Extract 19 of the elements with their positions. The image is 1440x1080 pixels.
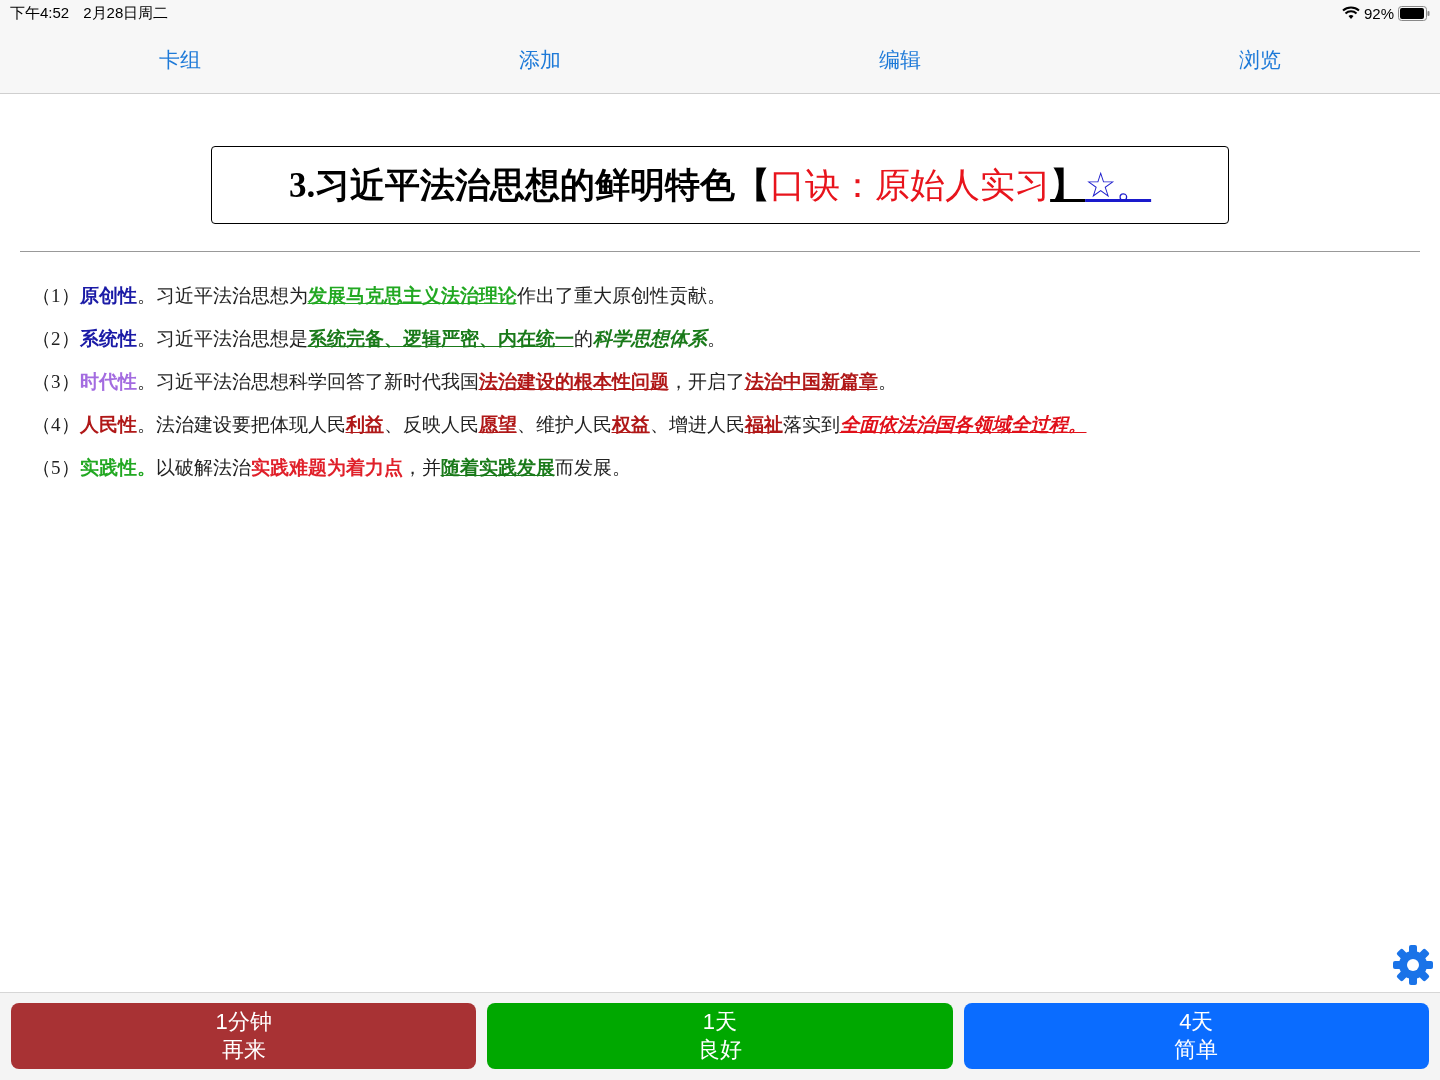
card-point: （5）实践性。以破解法治实践难题为着力点，并随着实践发展而发展。 [31,456,632,480]
card-point: （3）时代性。习近平法治思想科学回答了新时代我国法治建设的根本性问题，开启了法治中国新篇章。 [31,370,898,394]
answer-button[interactable]: 1分钟 再来 [11,1003,477,1069]
wifi-icon [1341,6,1360,20]
nav-tab[interactable]: 添加 [519,39,561,80]
card-point: （1）原创性。习近平法治思想为发展马克思主义法治理论作出了重大原创性贡献。 [31,284,727,308]
nav-tab[interactable]: 编辑 [879,39,921,80]
battery-icon [1398,5,1430,21]
battery-percent: 92% [1363,4,1394,22]
answer-button[interactable]: 4天 简单 [963,1003,1429,1069]
settings-icon[interactable] [1392,944,1434,986]
nav-tab[interactable]: 卡组 [159,39,201,80]
card-point: （4）人民性。法治建设要把体现人民利益、反映人民愿望、维护人民权益、增进人民福祉落实到全面依法治国各领域全过程。 [31,413,1088,437]
answer-button[interactable]: 1天 良好 [487,1003,953,1069]
status-date: 2月28日周二 [83,3,169,23]
card-title: 3.习近平法治思想的鲜明特色【口诀：原始人实习】☆。 [211,146,1229,224]
card-point: （2）系统性。习近平法治思想是系统完备、逻辑严密、内在统一的科学思想体系。 [31,327,727,351]
nav-tab[interactable]: 浏览 [1239,39,1281,80]
status-time: 下午4:52 [10,3,70,23]
